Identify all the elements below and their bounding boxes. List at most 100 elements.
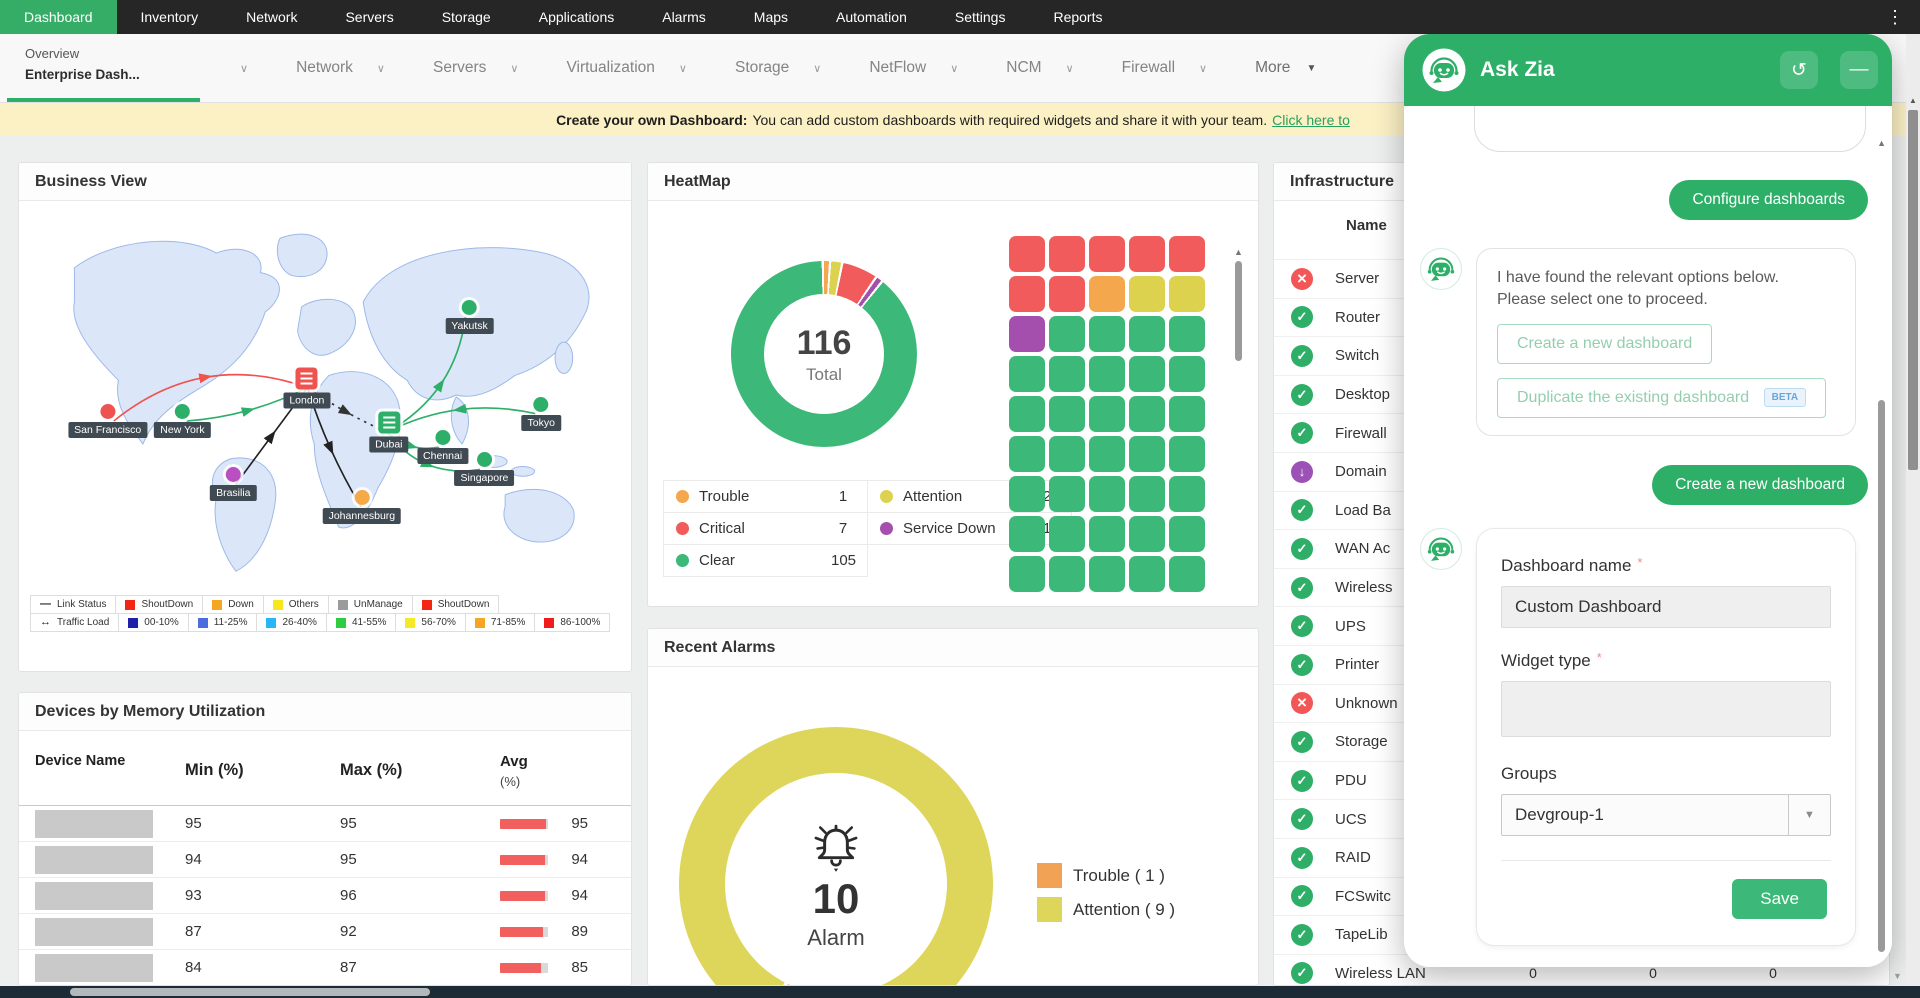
horizontal-scrollbar-thumb[interactable] — [70, 988, 430, 996]
heatmap-legend-item[interactable]: Critical 7 — [663, 512, 868, 545]
nav-item[interactable]: Reports — [1029, 0, 1126, 34]
heatmap-cell[interactable] — [1169, 556, 1205, 592]
col-min[interactable]: Min (%) — [185, 761, 340, 780]
heatmap-cell[interactable] — [1049, 276, 1085, 312]
tab-item[interactable]: NetFlow ∨ — [869, 59, 958, 77]
map-city[interactable]: Brasilia — [210, 467, 256, 501]
nav-item[interactable]: Settings — [931, 0, 1030, 34]
nav-item[interactable]: Applications — [515, 0, 639, 34]
alarms-legend-item[interactable]: Attention ( 9 ) — [1037, 897, 1175, 922]
reset-conversation-icon[interactable]: ↺ — [1780, 51, 1818, 89]
alarms-legend-item[interactable]: Trouble ( 1 ) — [1037, 863, 1175, 888]
heatmap-cell[interactable] — [1089, 276, 1125, 312]
tab-item[interactable]: Network ∨ — [296, 59, 385, 77]
heatmap-cell[interactable] — [1169, 316, 1205, 352]
heatmap-cell[interactable] — [1009, 516, 1045, 552]
chevron-down-icon[interactable]: ∨ — [950, 62, 958, 75]
col-max[interactable]: Max (%) — [340, 761, 500, 780]
chat-scrollbar-thumb[interactable] — [1878, 400, 1885, 952]
tab-item[interactable]: Servers ∨ — [433, 59, 518, 77]
map-city[interactable]: Johannesburg — [323, 490, 402, 524]
heatmap-cell[interactable] — [1129, 516, 1165, 552]
nav-item[interactable]: Servers — [321, 0, 417, 34]
heatmap-cell[interactable] — [1049, 236, 1085, 272]
heatmap-cell[interactable] — [1089, 556, 1125, 592]
heatmap-cell[interactable] — [1049, 316, 1085, 352]
heatmap-cell[interactable] — [1009, 356, 1045, 392]
nav-item[interactable]: Automation — [812, 0, 931, 34]
heatmap-cell[interactable] — [1009, 436, 1045, 472]
heatmap-cell[interactable] — [1089, 396, 1125, 432]
heatmap-cell[interactable] — [1009, 236, 1045, 272]
user-message-bubble[interactable]: Configure dashboards — [1669, 180, 1868, 220]
widget-type-field[interactable] — [1501, 681, 1831, 737]
groups-select[interactable]: Devgroup-1 ▼ — [1501, 794, 1831, 836]
heatmap-cell[interactable] — [1089, 476, 1125, 512]
table-row[interactable]: 84 87 85 — [19, 950, 631, 986]
heatmap-cell[interactable] — [1169, 236, 1205, 272]
heatmap-cell[interactable] — [1129, 316, 1165, 352]
chevron-down-icon[interactable]: ∨ — [813, 62, 821, 75]
heatmap-cell[interactable] — [1049, 436, 1085, 472]
heatmap-cell[interactable] — [1089, 516, 1125, 552]
heatmap-cell[interactable] — [1129, 396, 1165, 432]
heatmap-cell[interactable] — [1089, 316, 1125, 352]
table-row[interactable]: 87 92 89 — [19, 914, 631, 950]
heatmap-cell[interactable] — [1009, 556, 1045, 592]
heatmap-cell[interactable] — [1129, 476, 1165, 512]
scroll-up-icon[interactable]: ▲ — [1234, 247, 1243, 257]
heatmap-cell[interactable] — [1089, 436, 1125, 472]
save-button[interactable]: Save — [1732, 879, 1827, 919]
nav-item[interactable]: Maps — [730, 0, 812, 34]
heatmap-cell[interactable] — [1009, 276, 1045, 312]
heatmap-cell[interactable] — [1169, 436, 1205, 472]
vertical-scrollbar-thumb[interactable] — [1908, 110, 1918, 470]
chevron-down-icon[interactable]: ∨ — [679, 62, 687, 75]
tab-item[interactable]: Virtualization ∨ — [566, 59, 687, 77]
tab-overview[interactable]: Overview Enterprise Dash... — [7, 34, 200, 102]
scroll-down-icon[interactable]: ▼ — [1893, 971, 1902, 981]
map-city[interactable]: Singapore — [455, 452, 515, 486]
chevron-down-icon[interactable]: ∨ — [1066, 62, 1074, 75]
chevron-down-icon[interactable]: ∨ — [510, 62, 518, 75]
heatmap-cell[interactable] — [1169, 476, 1205, 512]
minimize-icon[interactable]: — — [1840, 51, 1878, 89]
user-message-bubble[interactable]: Create a new dashboard — [1652, 465, 1868, 505]
heatmap-scrollbar-thumb[interactable] — [1235, 261, 1242, 361]
scroll-up-icon[interactable]: ▲ — [1877, 138, 1886, 148]
col-avg[interactable]: Avg (%) — [500, 753, 615, 789]
heatmap-cell[interactable] — [1169, 276, 1205, 312]
heatmap-cell[interactable] — [1129, 436, 1165, 472]
nav-item[interactable]: Dashboard — [0, 0, 117, 34]
nav-item[interactable]: Inventory — [117, 0, 223, 34]
heatmap-cell[interactable] — [1129, 276, 1165, 312]
map-city[interactable]: Tokyo — [522, 397, 561, 431]
heatmap-cell[interactable] — [1049, 556, 1085, 592]
heatmap-cell[interactable] — [1049, 356, 1085, 392]
map-city[interactable]: Dubai — [369, 412, 408, 453]
heatmap-cell[interactable] — [1009, 316, 1045, 352]
table-row[interactable]: 94 95 94 — [19, 842, 631, 878]
heatmap-cell[interactable] — [1169, 356, 1205, 392]
nav-item[interactable]: Storage — [418, 0, 515, 34]
heatmap-cell[interactable] — [1049, 476, 1085, 512]
scroll-up-icon[interactable]: ▲ — [1909, 96, 1917, 105]
heatmap-cell[interactable] — [1009, 476, 1045, 512]
heatmap-legend-item[interactable]: Clear 105 — [663, 544, 868, 577]
banner-link[interactable]: Click here to — [1272, 112, 1350, 128]
caret-down-icon[interactable]: ▼ — [1788, 795, 1830, 835]
map-city[interactable]: San Francisco — [68, 404, 147, 438]
page-vertical-scrollbar[interactable]: ▲ — [1906, 34, 1920, 986]
heatmap-cell[interactable] — [1129, 556, 1165, 592]
heatmap-cell[interactable] — [1009, 396, 1045, 432]
heatmap-cell[interactable] — [1129, 356, 1165, 392]
duplicate-dashboard-option[interactable]: Duplicate the existing dashboard BETA — [1497, 378, 1826, 418]
heatmap-cell[interactable] — [1049, 516, 1085, 552]
col-device-name[interactable]: Device Name — [35, 753, 185, 769]
dashboard-name-field[interactable] — [1501, 586, 1831, 628]
table-row[interactable]: 95 95 95 — [19, 806, 631, 842]
create-new-dashboard-option[interactable]: Create a new dashboard — [1497, 324, 1712, 364]
heatmap-legend-item[interactable]: Trouble 1 — [663, 480, 868, 513]
tab-item[interactable]: NCM ∨ — [1006, 59, 1073, 77]
nav-item[interactable]: Network — [222, 0, 321, 34]
